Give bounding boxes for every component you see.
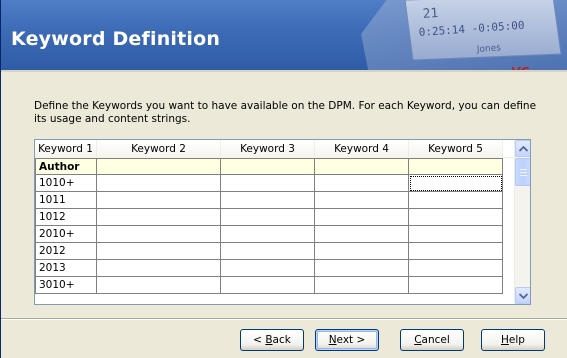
grid-cell[interactable] bbox=[97, 243, 221, 260]
cancel-mnemonic: C bbox=[414, 334, 422, 346]
scroll-grip bbox=[520, 169, 527, 170]
grid-cell[interactable] bbox=[97, 209, 221, 226]
grid-cell[interactable] bbox=[221, 209, 315, 226]
grid-cell[interactable] bbox=[409, 192, 503, 209]
scroll-up-button[interactable] bbox=[515, 140, 530, 157]
column-header[interactable]: Keyword 4 bbox=[315, 140, 409, 158]
column-header[interactable]: Keyword 2 bbox=[97, 140, 221, 158]
back-button[interactable]: < Back bbox=[240, 329, 304, 351]
grid-cell-focused[interactable] bbox=[409, 175, 503, 192]
help-button[interactable]: Help bbox=[481, 329, 545, 351]
banner-divider bbox=[1, 70, 567, 72]
grid-cell[interactable] bbox=[409, 277, 503, 294]
help-mnemonic: H bbox=[501, 334, 509, 346]
grid-cell[interactable] bbox=[315, 226, 409, 243]
grid-cell[interactable]: 3010+ bbox=[35, 277, 97, 294]
wizard-window: Keyword Definition 21 0:25:14 -0:05:00 J… bbox=[0, 0, 567, 358]
device-line3: Jones bbox=[476, 43, 502, 55]
table-row: 2010+ bbox=[35, 226, 515, 243]
next-label: ext > bbox=[336, 334, 366, 346]
grid-cell[interactable] bbox=[97, 226, 221, 243]
grid-cell[interactable] bbox=[221, 192, 315, 209]
grid-cell[interactable] bbox=[221, 175, 315, 192]
column-header[interactable]: Keyword 5 bbox=[409, 140, 503, 158]
scroll-grip bbox=[520, 175, 527, 176]
grid-header-row: Keyword 1 Keyword 2 Keyword 3 Keyword 4 … bbox=[35, 140, 515, 158]
grid-cell[interactable] bbox=[315, 158, 409, 175]
next-mnemonic: N bbox=[328, 334, 337, 346]
dictation-device-image: 21 0:25:14 -0:05:00 Jones VC bbox=[361, 0, 567, 72]
vertical-scrollbar[interactable] bbox=[514, 140, 530, 304]
grid-cell[interactable]: 2013 bbox=[35, 260, 97, 277]
table-row: 2012 bbox=[35, 243, 515, 260]
header-banner: Keyword Definition 21 0:25:14 -0:05:00 J… bbox=[1, 0, 567, 72]
grid-cell[interactable] bbox=[315, 260, 409, 277]
chevron-up-icon bbox=[518, 145, 528, 152]
grid-cell[interactable] bbox=[315, 209, 409, 226]
back-mnemonic: B bbox=[265, 334, 273, 346]
cancel-button[interactable]: Cancel bbox=[400, 329, 464, 351]
grid-cell[interactable] bbox=[315, 192, 409, 209]
grid-cell[interactable] bbox=[97, 277, 221, 294]
column-header[interactable]: Keyword 1 bbox=[35, 140, 97, 158]
instructions-text: Define the Keywords you want to have ava… bbox=[34, 100, 537, 125]
page-title: Keyword Definition bbox=[11, 28, 221, 50]
scroll-down-button[interactable] bbox=[515, 287, 530, 304]
grid-cell[interactable] bbox=[409, 243, 503, 260]
keyword-grid[interactable]: Keyword 1 Keyword 2 Keyword 3 Keyword 4 … bbox=[34, 139, 531, 305]
footer-separator bbox=[1, 318, 567, 320]
grid-cell[interactable]: 2010+ bbox=[35, 226, 97, 243]
table-row: 1010+ bbox=[35, 175, 515, 192]
cancel-label: ancel bbox=[421, 334, 450, 346]
help-label: elp bbox=[508, 334, 525, 346]
grid-cell[interactable] bbox=[409, 209, 503, 226]
grid-cell[interactable]: 2012 bbox=[35, 243, 97, 260]
grid-cell[interactable] bbox=[221, 277, 315, 294]
grid-cell[interactable]: 1011 bbox=[35, 192, 97, 209]
grid-cell[interactable] bbox=[315, 243, 409, 260]
grid-cell[interactable]: 1010+ bbox=[35, 175, 97, 192]
keyword-table: Keyword 1 Keyword 2 Keyword 3 Keyword 4 … bbox=[35, 140, 515, 294]
grid-cell[interactable] bbox=[315, 277, 409, 294]
grid-cell[interactable] bbox=[97, 158, 221, 175]
grid-cell[interactable]: Author bbox=[35, 158, 97, 175]
grid-cell[interactable] bbox=[409, 158, 503, 175]
grid-cell[interactable]: 1012 bbox=[35, 209, 97, 226]
grid-cell[interactable] bbox=[221, 243, 315, 260]
column-header[interactable]: Keyword 3 bbox=[221, 140, 315, 158]
table-row: Author bbox=[35, 158, 515, 175]
device-line1: 21 bbox=[422, 6, 439, 22]
back-label: ack bbox=[272, 334, 291, 346]
scroll-thumb[interactable] bbox=[515, 158, 530, 186]
back-prefix: < bbox=[253, 334, 266, 346]
table-row: 1011 bbox=[35, 192, 515, 209]
grid-cell[interactable] bbox=[97, 192, 221, 209]
scroll-grip bbox=[520, 172, 527, 173]
grid-cell[interactable] bbox=[315, 175, 409, 192]
table-row: 3010+ bbox=[35, 277, 515, 294]
chevron-down-icon bbox=[518, 293, 528, 300]
grid-cell[interactable] bbox=[221, 158, 315, 175]
grid-cell[interactable] bbox=[97, 175, 221, 192]
grid-cell[interactable] bbox=[409, 226, 503, 243]
grid-cell[interactable] bbox=[221, 260, 315, 277]
table-row: 1012 bbox=[35, 209, 515, 226]
next-button[interactable]: Next > bbox=[315, 329, 379, 351]
grid-cell[interactable] bbox=[97, 260, 221, 277]
grid-cell[interactable] bbox=[409, 260, 503, 277]
grid-cell[interactable] bbox=[221, 226, 315, 243]
table-row: 2013 bbox=[35, 260, 515, 277]
